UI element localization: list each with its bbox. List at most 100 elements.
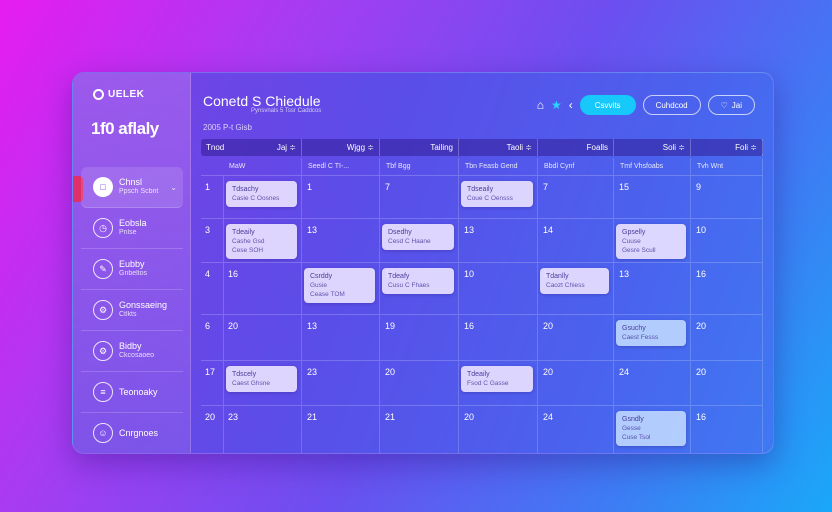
day-cell[interactable]: 20 23 [201,406,302,453]
home-icon[interactable]: ⌂ [537,98,544,112]
sidebar-item-label: Eobsla [119,218,147,228]
calendar-event[interactable]: Gpselly Cuuse Gesre Scull [616,224,686,259]
day-cell[interactable]: 20 [380,361,459,405]
day-number: 19 [385,321,396,331]
column-header[interactable]: Foalls [538,139,614,156]
day-cell[interactable]: 1 Tdsachy Casie C Oosnes [201,176,302,218]
day-cell[interactable]: 16 [691,406,763,453]
chevron-left-icon[interactable]: ‹ [569,98,573,112]
sidebar-item-4[interactable]: ⚙ Bidby Ckcosaoeo [81,331,183,372]
calendar-event[interactable]: Tdanlly Caozt Chiess [540,268,609,294]
day-cell[interactable]: 9 [691,176,763,218]
day-cell[interactable]: Csrddy Gusie Cease TOM [302,263,380,314]
sidebar-item-6[interactable]: ☺ Cnrgnoes [81,413,183,453]
calendar-event[interactable]: Dsedhy Cesd C Haane [382,224,454,250]
event-text: Tdseaily [467,186,494,193]
calendar-event[interactable]: Tdscely Caest Ghsne [226,366,297,392]
sidebar-nav: □ Chnsl Ppsch Scbnt ⌄ ◷ Eobsla Pnlse ✎ Eubby Gnbe… [81,167,183,453]
day-subheader: Seedl C TI-... [302,158,380,175]
event-text: Caozt Chiess [546,282,585,289]
day-number: 1 [307,182,313,192]
day-cell[interactable]: 7 [538,176,614,218]
day-cell[interactable]: 7 [380,176,459,218]
day-cell[interactable]: 13 [614,263,691,314]
day-cell[interactable]: 20 [691,361,763,405]
day-cell[interactable]: 10 [691,219,763,262]
calendar-event[interactable]: Tdeaily Fsod C Gasse [461,366,533,392]
day-number: 23 [307,367,318,377]
day-cell[interactable]: 6 20 [201,315,302,360]
week-row: 4 16 Csrddy Gusie Cease TOM 10 Tdeafy Cusu C Fh… [201,262,763,314]
event-text: Gesse [622,425,641,432]
edit-icon: ✎ [93,259,113,279]
column-header[interactable]: Tailing [380,139,459,156]
week-divider [223,315,224,360]
day-cell[interactable]: Dsedhy Cesd C Haane [380,219,459,262]
sidebar-item-3[interactable]: ⚙ Gonssaeing Ctlkts [81,290,183,331]
day-cell[interactable]: 21 [380,406,459,453]
day-number: 13 [464,225,475,235]
day-cell[interactable]: 19TdanllyCaozt Chiess [538,263,614,314]
sidebar-item-5[interactable]: ≡ Teonoaky [81,372,183,413]
event-text: Tdanlly [546,273,569,280]
day-cell[interactable]: Gsuchy Caest Fesss [614,315,691,360]
calendar-event[interactable]: Tdsachy Casie C Oosnes [226,181,297,207]
day-cell[interactable]: 13 [302,219,380,262]
notifications-button[interactable]: ♡ Jai [707,95,755,115]
week-row: 20 23 21 21 20 24 Gsndly Gesse Cuse Tsol 16 [201,405,763,453]
day-cell[interactable]: 20 [691,315,763,360]
day-cell[interactable]: Tdeaily Fsod C Gasse [459,361,538,405]
day-cell[interactable]: Gpselly Cuuse Gesre Scull [614,219,691,262]
day-cell[interactable]: 20 [538,361,614,405]
sidebar-item-1[interactable]: ◷ Eobsla Pnlse [81,208,183,249]
primary-button[interactable]: Csvvits [579,95,636,115]
calendar-event[interactable]: Csrddy Gusie Cease TOM [304,268,375,303]
column-header[interactable]: Tnod Jaj ≑ [201,139,302,156]
day-cell[interactable]: 19 [380,315,459,360]
day-cell[interactable]: 15 [614,176,691,218]
column-header[interactable]: Foli ≑ [691,139,763,156]
sidebar-item-label: Chnsl [119,177,143,187]
sidebar-item-text: Bidby Ckcosaoeo [119,341,154,361]
day-number: 16 [696,269,707,279]
sidebar-item-0[interactable]: □ Chnsl Ppsch Scbnt ⌄ [81,167,183,208]
day-cell[interactable]: 23 [302,361,380,405]
calendar-event[interactable]: Tdseaily Coue C Oensss [461,181,533,207]
day-cell[interactable]: 21 [302,406,380,453]
day-number: 13 [307,321,318,331]
day-cell[interactable]: 13 [302,315,380,360]
day-cell[interactable]: 14 [538,219,614,262]
day-cell[interactable]: 17 Tdscely Caest Ghsne [201,361,302,405]
page-title: Conetd S Chiedule [203,93,321,109]
day-cell[interactable]: Tdseaily Coue C Oensss [459,176,538,218]
calendar-event[interactable]: Gsndly Gesse Cuse Tsol [616,411,686,446]
day-cell[interactable]: Gsndly Gesse Cuse Tsol [614,406,691,453]
day-cell[interactable]: 10TdeafyCusu C Fhaes [380,263,459,314]
date-range: 2005 P-t Gisb [203,123,252,132]
calendar-event[interactable]: Gsuchy Caest Fesss [616,320,686,346]
day-number: 21 [307,412,318,422]
day-subheader: Bbdl Cynf [538,158,614,175]
day-cell[interactable]: 16 [691,263,763,314]
day-cell[interactable]: 20 [459,406,538,453]
day-cell[interactable]: 1 [302,176,380,218]
secondary-button[interactable]: Cuhdcod [642,95,701,115]
star-icon[interactable]: ★ [551,98,562,112]
day-cell[interactable]: 20 [538,315,614,360]
week-row: 17 Tdscely Caest Ghsne 23 20 Tdeaily Fsod C Ga… [201,360,763,405]
column-header[interactable]: Taoli ≑ [459,139,538,156]
sidebar-item-2[interactable]: ✎ Eubby Gnbeltos [81,249,183,290]
day-cell[interactable]: 3 Tdeaily Cashe Gsd Cese SOH [201,219,302,262]
event-text: Casie C Oosnes [232,195,280,202]
day-cell[interactable]: 24 [614,361,691,405]
column-header[interactable]: Wjgg ≑ [302,139,380,156]
day-cell[interactable]: 10 [459,263,538,314]
event-text: Cesd C Haane [388,238,431,245]
calendar-event[interactable]: Tdeafy Cusu C Fhaes [382,268,454,294]
day-cell[interactable]: 16 [459,315,538,360]
day-cell[interactable]: 4 16 [201,263,302,314]
day-cell[interactable]: 24 [538,406,614,453]
column-header[interactable]: Soli ≑ [614,139,691,156]
day-cell[interactable]: 13 [459,219,538,262]
calendar-event[interactable]: Tdeaily Cashe Gsd Cese SOH [226,224,297,259]
